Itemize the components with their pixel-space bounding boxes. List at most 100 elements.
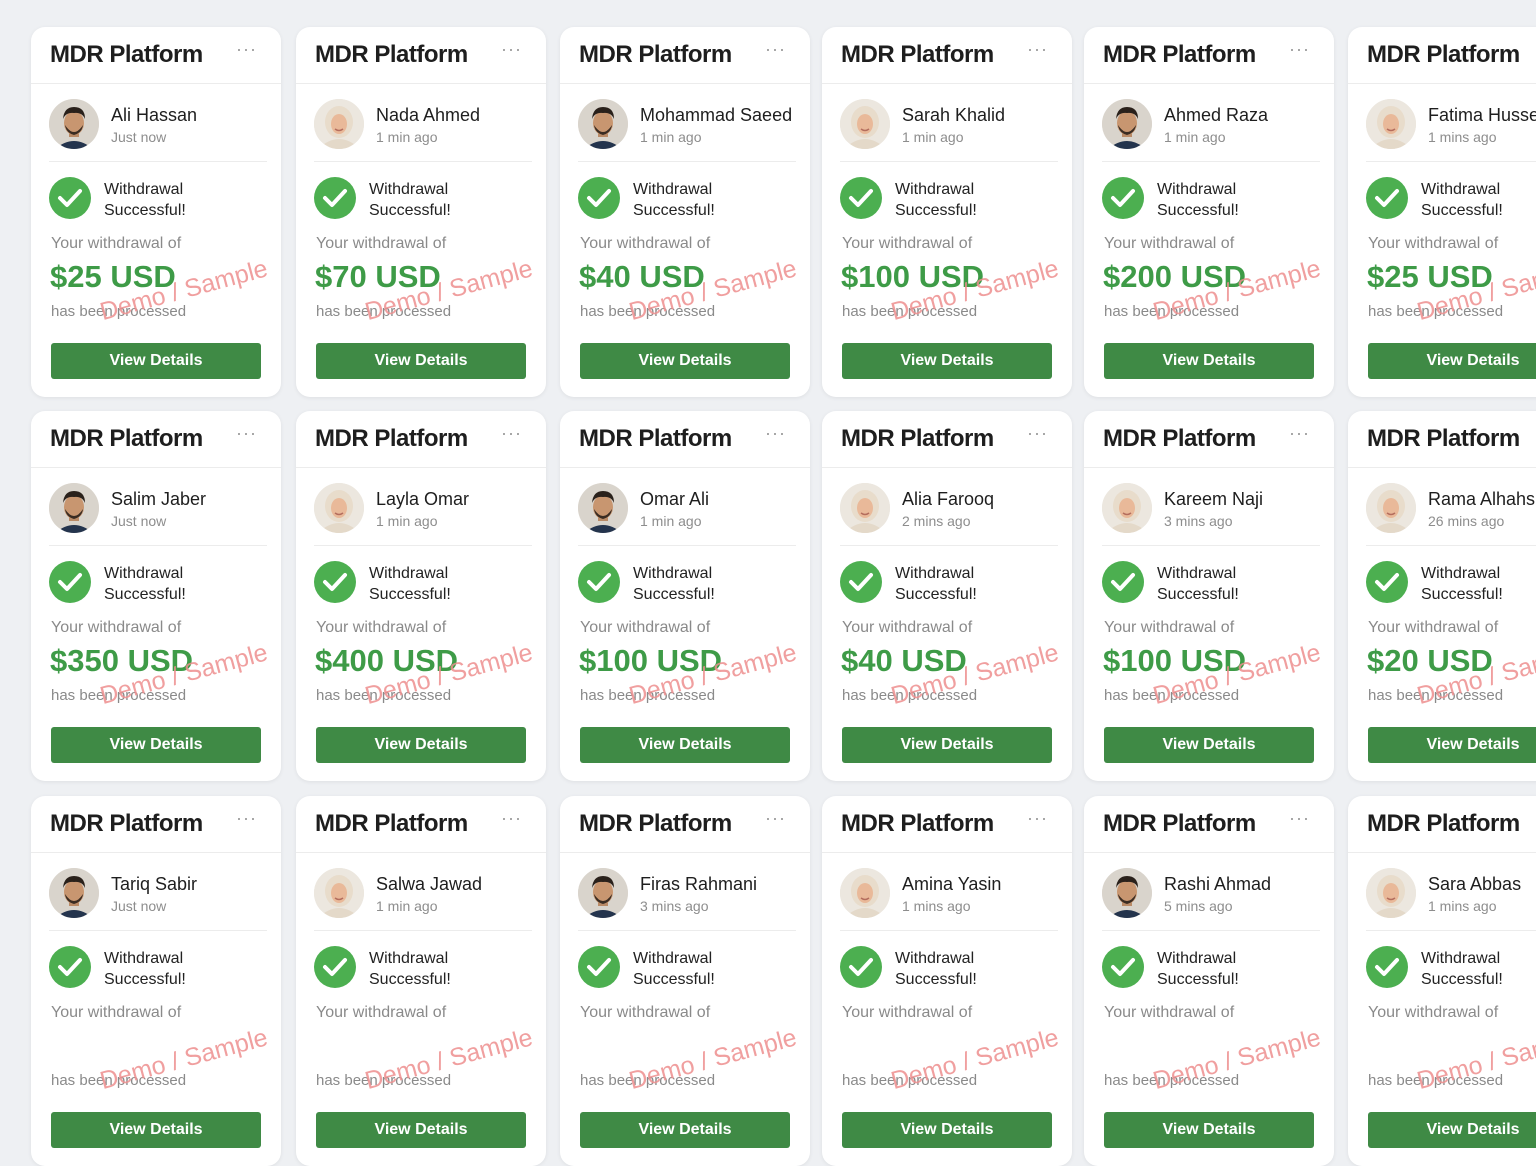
view-details-button[interactable]: View Details [580, 727, 790, 763]
view-details-button[interactable]: View Details [316, 1112, 526, 1148]
card-title: MDR Platform [50, 425, 203, 452]
divider [49, 545, 267, 546]
avatar [49, 99, 99, 149]
status-line-1: Withdrawal [633, 565, 713, 582]
status-row: Withdrawal Successful! [840, 561, 1058, 605]
user-name: Kareem Naji [1164, 489, 1264, 509]
card-header: MDR Platform ··· [560, 796, 810, 853]
view-details-button[interactable]: View Details [51, 727, 261, 763]
user-time: Just now [111, 898, 167, 914]
view-details-button[interactable]: View Details [1104, 343, 1314, 379]
withdrawal-label: Your withdrawal of [1104, 619, 1235, 636]
withdrawal-label: Your withdrawal of [51, 619, 182, 636]
user-time: 1 min ago [376, 129, 438, 145]
card-header: MDR Platform ··· [1084, 796, 1334, 853]
user-time: 1 mins ago [1428, 898, 1497, 914]
more-options-icon[interactable]: ··· [236, 808, 257, 829]
card-title: MDR Platform [1367, 41, 1520, 68]
status-text: Withdrawal Successful! [895, 948, 1045, 990]
status-row: Withdrawal Successful! [1102, 946, 1320, 990]
more-options-icon[interactable]: ··· [1289, 808, 1310, 829]
withdrawal-label: Your withdrawal of [51, 235, 182, 252]
more-options-icon[interactable]: ··· [1289, 39, 1310, 60]
status-text: Withdrawal Successful! [633, 563, 783, 605]
avatar [1366, 99, 1416, 149]
more-options-icon[interactable]: ··· [765, 423, 786, 444]
status-text: Withdrawal Successful! [104, 948, 254, 990]
status-text: Withdrawal Successful! [369, 179, 519, 221]
status-row: Withdrawal Successful! [314, 177, 532, 221]
more-options-icon[interactable]: ··· [1027, 423, 1048, 444]
user-row: Tariq Sabir Just now [49, 868, 267, 918]
status-row: Withdrawal Successful! [1102, 177, 1320, 221]
more-options-icon[interactable]: ··· [501, 808, 522, 829]
withdrawal-label: Your withdrawal of [316, 1004, 447, 1021]
status-line-2: Successful! [895, 971, 977, 988]
view-details-button[interactable]: View Details [51, 1112, 261, 1148]
view-details-button[interactable]: View Details [842, 1112, 1052, 1148]
card-title: MDR Platform [579, 425, 732, 452]
view-details-button[interactable]: View Details [316, 343, 526, 379]
divider [840, 161, 1058, 162]
status-line-2: Successful! [1421, 202, 1503, 219]
avatar [578, 99, 628, 149]
avatar [49, 868, 99, 918]
more-options-icon[interactable]: ··· [1289, 423, 1310, 444]
status-row: Withdrawal Successful! [578, 177, 796, 221]
divider [49, 161, 267, 162]
user-row: Salim Jaber Just now [49, 483, 267, 533]
user-name: Sarah Khalid [902, 105, 1006, 125]
view-details-button[interactable]: View Details [51, 343, 261, 379]
withdrawal-card: MDR Platform ··· Sara Abbas 1 mins ago W… [1348, 796, 1536, 1166]
view-details-button[interactable]: View Details [580, 1112, 790, 1148]
view-details-button[interactable]: View Details [842, 343, 1052, 379]
card-header: MDR Platform ··· [1084, 411, 1334, 468]
more-options-icon[interactable]: ··· [236, 423, 257, 444]
more-options-icon[interactable]: ··· [765, 39, 786, 60]
divider [314, 161, 532, 162]
more-options-icon[interactable]: ··· [501, 39, 522, 60]
status-row: Withdrawal Successful! [578, 561, 796, 605]
view-details-button[interactable]: View Details [842, 727, 1052, 763]
more-options-icon[interactable]: ··· [1027, 39, 1048, 60]
more-options-icon[interactable]: ··· [765, 808, 786, 829]
card-title: MDR Platform [841, 425, 994, 452]
view-details-button[interactable]: View Details [316, 727, 526, 763]
withdrawal-label: Your withdrawal of [580, 619, 711, 636]
card-title: MDR Platform [1103, 41, 1256, 68]
more-options-icon[interactable]: ··· [1027, 808, 1048, 829]
user-name: Fatima Husse [1428, 105, 1536, 125]
avatar [314, 868, 364, 918]
check-circle-icon [1366, 946, 1408, 988]
user-row: Omar Ali 1 min ago [578, 483, 796, 533]
more-options-icon[interactable]: ··· [236, 39, 257, 60]
user-time: 1 min ago [640, 129, 702, 145]
status-line-2: Successful! [369, 971, 451, 988]
avatar [314, 99, 364, 149]
withdrawal-label: Your withdrawal of [1368, 1004, 1499, 1021]
withdrawal-card: MDR Platform ··· Tariq Sabir Just now Wi… [31, 796, 281, 1166]
user-time: 1 min ago [376, 898, 438, 914]
withdrawal-label: Your withdrawal of [1368, 619, 1499, 636]
check-circle-icon [1366, 561, 1408, 603]
view-details-button[interactable]: View Details [1368, 343, 1536, 379]
divider [578, 161, 796, 162]
status-text: Withdrawal Successful! [1421, 179, 1536, 221]
view-details-button[interactable]: View Details [1368, 1112, 1536, 1148]
status-row: Withdrawal Successful! [49, 561, 267, 605]
user-row: Mohammad Saeed 1 min ago [578, 99, 796, 149]
view-details-button[interactable]: View Details [580, 343, 790, 379]
status-text: Withdrawal Successful! [1157, 948, 1307, 990]
more-options-icon[interactable]: ··· [501, 423, 522, 444]
divider [1366, 545, 1536, 546]
view-details-button[interactable]: View Details [1104, 1112, 1314, 1148]
check-circle-icon [578, 561, 620, 603]
avatar [840, 483, 890, 533]
card-title: MDR Platform [315, 810, 468, 837]
view-details-button[interactable]: View Details [1368, 727, 1536, 763]
avatar [1366, 868, 1416, 918]
view-details-button[interactable]: View Details [1104, 727, 1314, 763]
card-title: MDR Platform [1367, 425, 1520, 452]
withdrawal-card: MDR Platform ··· Ali Hassan Just now Wit… [31, 27, 281, 397]
divider [1102, 930, 1320, 931]
